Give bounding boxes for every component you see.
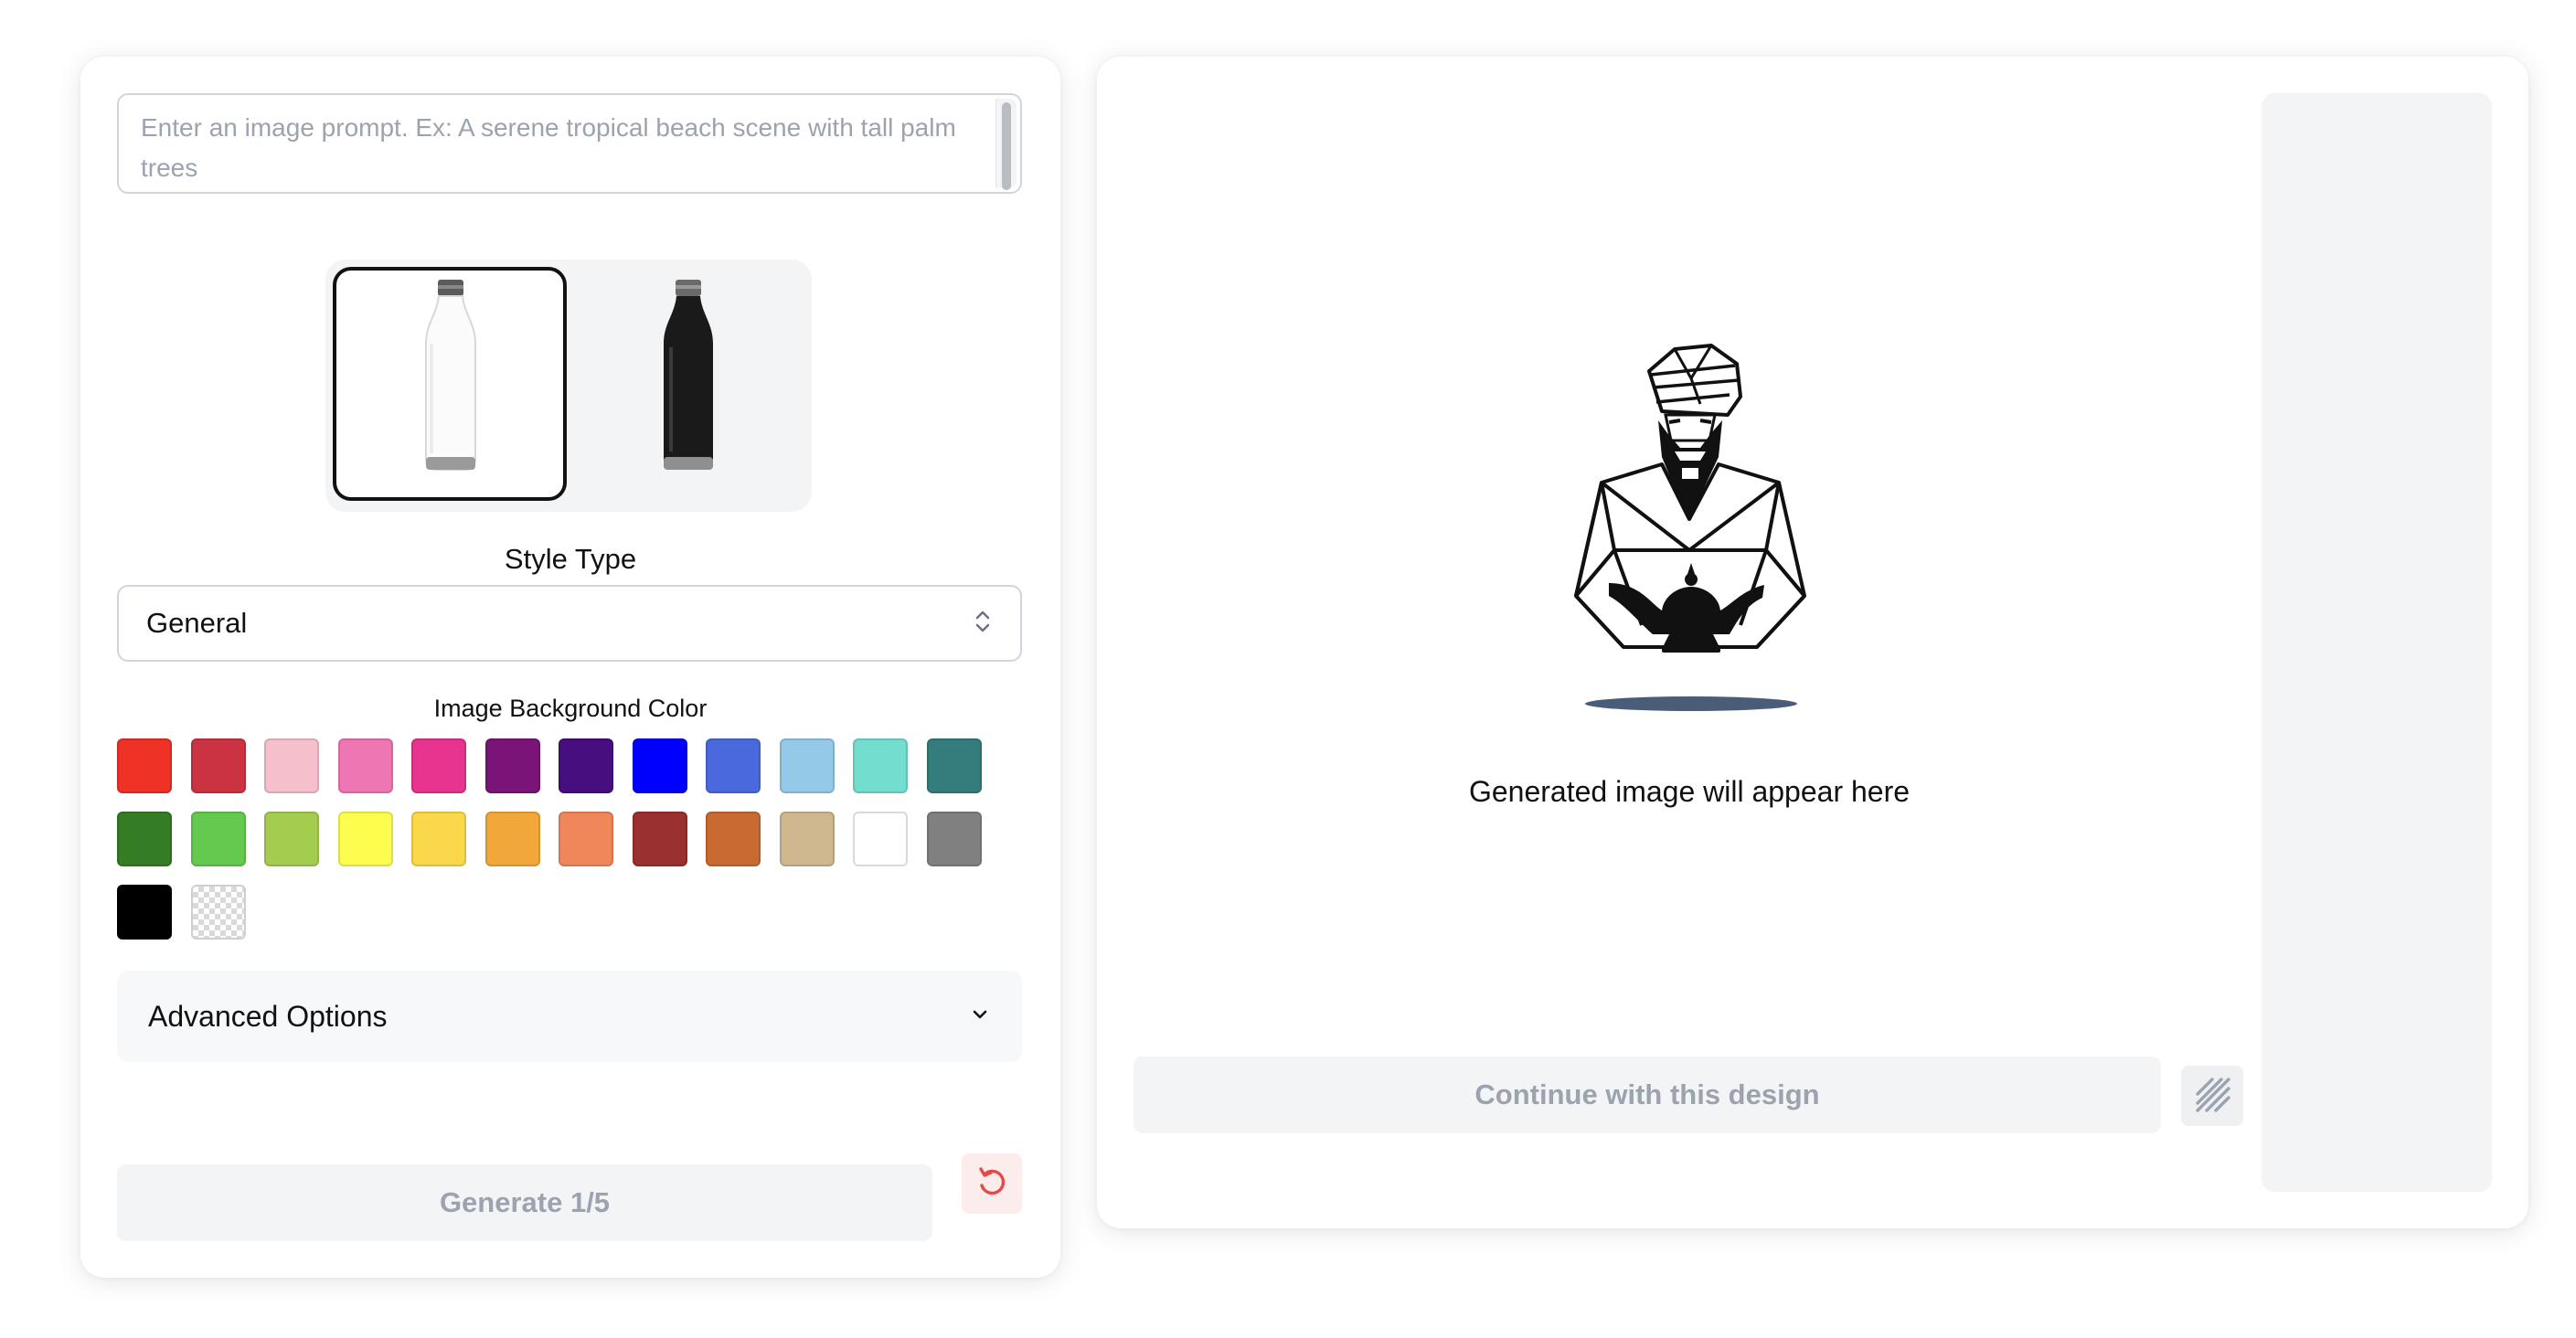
prompt-scrollbar[interactable] [995,99,1017,190]
color-swatch[interactable] [559,812,613,866]
color-swatch[interactable] [117,738,172,793]
swatch-transparent[interactable] [191,885,246,940]
product-white-bottle[interactable] [333,267,567,501]
background-color-label: Image Background Color [433,695,708,722]
generate-button[interactable]: Generate 1/5 [117,1164,932,1241]
genie-logo [1554,331,1825,780]
black-bottle-image [664,280,713,470]
product-selector [325,260,812,512]
pattern-button[interactable] [2181,1066,2243,1126]
color-swatch[interactable] [338,738,393,793]
chevron-down-icon [969,1004,991,1030]
prompt-input[interactable]: Enter an image prompt. Ex: A serene trop… [117,93,1022,194]
color-swatch[interactable] [264,812,319,866]
preview-placeholder: Generated image will appear here [1468,775,1911,808]
color-swatch[interactable] [117,812,172,866]
advanced-options-label: Advanced Options [148,999,388,1033]
history-sidebar [2262,93,2492,1192]
color-swatch[interactable] [411,812,466,866]
color-swatch[interactable] [485,738,540,793]
reset-button[interactable] [962,1153,1022,1214]
color-swatch[interactable] [338,812,393,866]
color-swatch[interactable] [411,738,466,793]
style-type-label: Style Type [504,543,637,575]
advanced-options-toggle[interactable]: Advanced Options [117,971,1022,1062]
style-type-select[interactable]: General [117,585,1022,662]
reset-icon [974,1163,1010,1205]
color-swatch[interactable] [853,738,908,793]
design-panel: Enter an image prompt. Ex: A serene trop… [80,57,1060,1278]
color-swatch[interactable] [559,738,613,793]
color-swatch[interactable] [780,812,835,866]
color-swatch[interactable] [780,738,835,793]
product-black-bottle[interactable] [570,267,804,501]
color-swatch[interactable] [927,812,982,866]
color-swatch[interactable] [706,812,761,866]
chevron-up-down-icon [973,608,993,640]
color-swatch[interactable] [633,738,687,793]
color-swatch[interactable] [853,812,908,866]
style-type-value: General [146,607,248,639]
color-swatch[interactable] [191,738,246,793]
prompt-placeholder: Enter an image prompt. Ex: A serene trop… [141,113,956,182]
white-bottle-image [425,280,476,471]
color-swatch[interactable] [485,812,540,866]
color-swatch[interactable] [117,885,172,940]
color-swatch[interactable] [633,812,687,866]
continue-button[interactable]: Continue with this design [1134,1057,2161,1133]
color-swatch[interactable] [264,738,319,793]
pattern-icon [2194,1076,2230,1117]
color-swatch[interactable] [706,738,761,793]
preview-panel: Generated image will appear here Continu… [1097,57,2528,1228]
color-swatch[interactable] [927,738,982,793]
color-swatch[interactable] [191,812,246,866]
prompt-scrollbar-thumb[interactable] [1002,102,1011,190]
